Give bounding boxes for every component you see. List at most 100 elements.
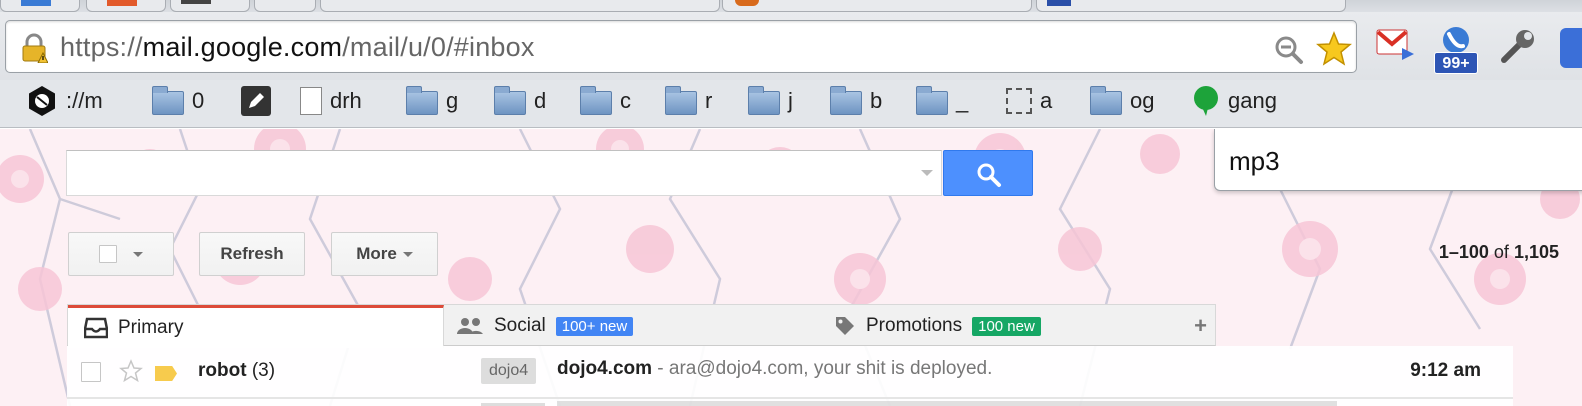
browser-tab[interactable]	[1036, 0, 1346, 12]
bookmark-item[interactable]: j	[748, 84, 793, 118]
new-count-badge: 100+ new	[555, 316, 634, 336]
message-time: 9:12 am	[1410, 360, 1481, 381]
tab-favicon-icon	[107, 0, 137, 6]
message-subject-line	[557, 401, 1337, 406]
page-icon	[300, 87, 322, 115]
url-text[interactable]: https://mail.google.com/mail/u/0/#inbox	[60, 32, 535, 63]
browser-tab[interactable]	[86, 0, 166, 12]
bookmark-item[interactable]: og	[1090, 84, 1154, 118]
find-input[interactable]	[1229, 145, 1569, 177]
tab-social[interactable]: Social 100+ new	[456, 305, 816, 347]
lock-warning-icon	[22, 33, 48, 63]
url-path: /mail/u/0/#inbox	[342, 32, 535, 62]
bookmark-label: a	[1040, 88, 1053, 113]
people-icon	[457, 318, 483, 334]
bookmark-label: g	[446, 88, 459, 113]
bookmark-item[interactable]: a	[1006, 84, 1052, 118]
inbox-icon	[84, 317, 108, 339]
folder-icon	[748, 85, 780, 115]
bookmark-label: 0	[192, 88, 205, 113]
sender-name: robot	[198, 360, 247, 381]
chevron-down-icon	[133, 251, 143, 257]
folder-icon	[580, 85, 612, 115]
bookmark-label: og	[1130, 88, 1155, 113]
bookmark-item[interactable]: r	[665, 84, 712, 118]
search-input[interactable]	[67, 151, 941, 195]
message-subject: dojo4.com	[557, 358, 653, 379]
zoom-out-icon[interactable]	[1274, 35, 1304, 65]
thread-count: (3)	[251, 360, 276, 381]
bookmark-star-icon[interactable]	[1316, 31, 1352, 67]
folder-icon	[406, 85, 438, 115]
bookmark-label: ://m	[66, 88, 103, 113]
category-tabs: Primary Social 100+ new Promotions 100 n…	[67, 304, 1216, 348]
refresh-button[interactable]: Refresh	[199, 232, 305, 276]
message-row[interactable]	[67, 398, 1513, 406]
browser-tab[interactable]	[254, 0, 316, 12]
message-checkbox[interactable]	[81, 362, 101, 382]
bookmark-item[interactable]: ://m	[26, 84, 103, 118]
bookmark-label: c	[620, 88, 631, 113]
message-row[interactable]: robot (3) dojo4 dojo4.com - ara@dojo4.co…	[67, 346, 1513, 398]
browser-tab[interactable]	[170, 0, 250, 12]
bookmark-item[interactable]: 0	[152, 84, 204, 118]
bookmark-item[interactable]: _	[916, 84, 968, 118]
select-dropdown[interactable]	[68, 232, 174, 276]
folder-icon	[916, 85, 948, 115]
message-sender: robot (3)	[198, 360, 275, 382]
address-bar[interactable]: https://mail.google.com/mail/u/0/#inbox	[5, 20, 1357, 73]
bookmark-label: j	[788, 88, 793, 113]
star-icon[interactable]	[119, 359, 143, 383]
tab-favicon-icon	[181, 0, 211, 4]
more-button[interactable]: More	[331, 232, 438, 276]
browser-tab[interactable]	[722, 0, 1032, 12]
gmail-page: Refresh More 1–100 of 1,105 Primary Soci…	[0, 129, 1582, 406]
bookmark-label: gang	[1228, 88, 1277, 113]
bookmark-label: drh	[330, 88, 362, 113]
pagination-info: 1–100 of 1,105	[1439, 242, 1559, 263]
github-icon	[29, 86, 55, 116]
message-label[interactable]: dojo4	[481, 358, 537, 384]
find-in-page-bar	[1214, 129, 1582, 191]
bookmark-item[interactable]: g	[406, 84, 458, 118]
page-range: 1–100	[1438, 242, 1489, 262]
tab-primary[interactable]: Primary	[68, 305, 444, 348]
folder-icon	[152, 85, 184, 115]
bookmark-item[interactable]: c	[580, 84, 631, 118]
tab-favicon-icon	[1047, 0, 1071, 6]
browser-tab[interactable]	[0, 0, 80, 12]
gmail-extension-icon[interactable]	[1376, 28, 1416, 60]
bookmark-item[interactable]: gang	[1192, 84, 1277, 118]
tab-label: Social	[494, 315, 546, 336]
select-all-checkbox[interactable]	[99, 245, 117, 263]
voice-extension[interactable]: 99+	[1434, 26, 1480, 76]
tab-promotions[interactable]: Promotions 100 new	[834, 305, 1194, 347]
bookmark-item[interactable]: d	[494, 84, 546, 118]
tag-icon	[836, 317, 854, 335]
bookmark-item[interactable]	[240, 84, 280, 118]
bookmark-label: d	[534, 88, 547, 113]
pencil-icon	[241, 86, 271, 116]
bookmark-item[interactable]: drh	[300, 84, 362, 118]
url-scheme: https://	[60, 32, 143, 62]
add-tab-icon[interactable]: +	[1194, 313, 1207, 339]
extension-icon[interactable]	[1560, 28, 1582, 68]
more-label: More	[356, 244, 397, 263]
bookmark-label: r	[705, 88, 713, 113]
folder-icon	[494, 85, 526, 115]
importance-marker-icon[interactable]	[155, 366, 177, 381]
chat-bubble-icon	[1194, 86, 1218, 116]
browser-tab[interactable]	[320, 0, 720, 12]
message-subject-line: dojo4.com - ara@dojo4.com, your shit is …	[557, 358, 992, 380]
wrench-icon[interactable]	[1498, 26, 1538, 66]
search-options-icon[interactable]	[921, 170, 933, 176]
new-count-badge: 100 new	[972, 316, 1041, 336]
inbox-panel: Primary Social 100+ new Promotions 100 n…	[67, 304, 1513, 406]
folder-icon	[1090, 85, 1122, 115]
chevron-down-icon	[402, 251, 413, 257]
folder-icon	[830, 85, 862, 115]
bookmark-item[interactable]: b	[830, 84, 882, 118]
tab-label: Promotions	[866, 315, 963, 336]
gmail-search-box[interactable]	[66, 150, 942, 196]
search-button[interactable]	[943, 150, 1033, 196]
